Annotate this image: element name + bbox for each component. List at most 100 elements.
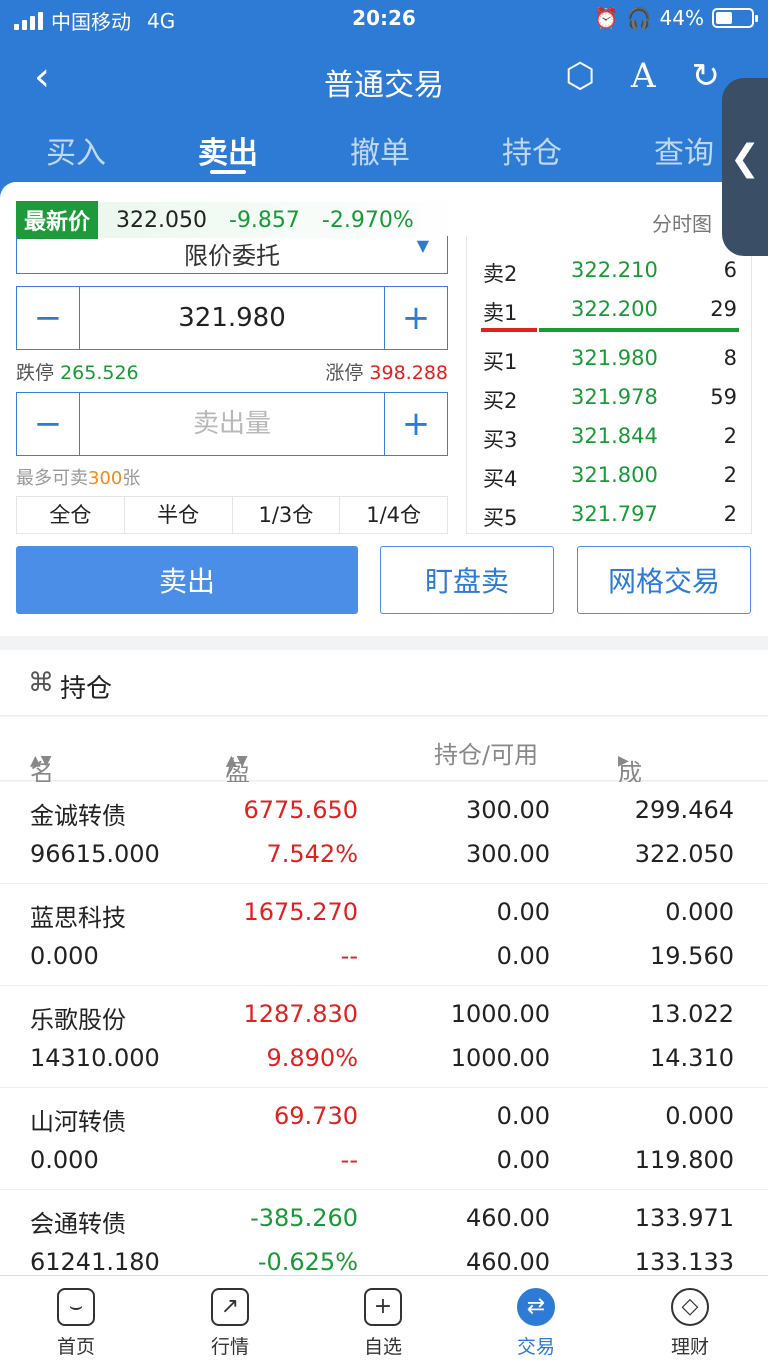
ratio-half-button[interactable]: 半仓	[125, 497, 233, 533]
position-cost: 133.971	[634, 1204, 734, 1232]
nav-home[interactable]: ⌣ 首页	[16, 1288, 136, 1359]
status-bar: 中国移动 4G 20:26 ⏰ 🎧 44%	[0, 0, 768, 40]
refresh-icon[interactable]: ↻	[692, 56, 721, 96]
table-row[interactable]: 会通转债 61241.180 -385.260 -0.625% 460.00 4…	[0, 1190, 768, 1276]
position-current-price: 14.310	[650, 1044, 734, 1072]
book-volume: 2	[723, 463, 737, 487]
book-volume: 29	[710, 297, 737, 321]
book-label: 买4	[483, 467, 518, 491]
position-pnl: 1287.830	[243, 1000, 358, 1028]
book-price: 321.800	[571, 463, 658, 487]
intraday-chart-link[interactable]: 分时图	[652, 208, 712, 237]
ratio-quarter-button[interactable]: 1/4仓	[340, 497, 447, 533]
table-row[interactable]: 乐歌股份 14310.000 1287.830 9.890% 1000.00 1…	[0, 986, 768, 1088]
position-available: 300.00	[466, 840, 550, 868]
max-sell-prefix: 最多可卖	[16, 468, 88, 489]
position-cost: 299.464	[634, 796, 734, 824]
table-row[interactable]: 蓝思科技 0.000 1675.270 -- 0.00 0.00 0.000 1…	[0, 884, 768, 986]
position-current-price: 133.133	[634, 1248, 734, 1276]
position-market-value: 61241.180	[30, 1248, 160, 1276]
max-sell-number: 300	[88, 468, 123, 489]
position-hold: 0.00	[496, 898, 550, 926]
position-name: 会通转债	[30, 1210, 126, 1238]
nav-watchlist[interactable]: + 自选	[323, 1288, 443, 1359]
tab-sell[interactable]: 卖出	[168, 128, 288, 174]
order-book-row[interactable]: 买5 321.797 2	[467, 502, 753, 532]
grid-trade-button[interactable]: 网格交易	[577, 546, 751, 614]
order-book-row[interactable]: 买4 321.800 2	[467, 463, 753, 493]
order-type-value: 限价委托	[184, 242, 280, 270]
alarm-icon: ⏰	[593, 6, 619, 30]
order-book-row[interactable]: 买1 321.980 8	[467, 346, 753, 376]
position-available: 0.00	[496, 942, 550, 970]
ratio-third-button[interactable]: 1/3仓	[233, 497, 341, 533]
order-panel: 最新价 322.050 -9.857 -2.970% 分时图 限价委托 ▼ − …	[0, 182, 768, 636]
position-pnl: 69.730	[274, 1102, 358, 1130]
qty-plus-button[interactable]: +	[385, 393, 447, 455]
price-plus-button[interactable]: +	[385, 287, 447, 349]
tab-positions[interactable]: 持仓	[472, 128, 592, 172]
book-volume: 59	[710, 385, 737, 409]
nav-market[interactable]: ↗ 行情	[170, 1288, 290, 1359]
position-name: 蓝思科技	[30, 904, 126, 932]
price-input[interactable]	[80, 303, 384, 333]
col-hold-avail[interactable]: 持仓/可用	[434, 735, 538, 770]
price-change: -9.857	[229, 207, 300, 233]
nav-wealth[interactable]: ◇ 理财	[630, 1288, 750, 1359]
latest-price: 322.050	[116, 207, 207, 233]
side-drawer-handle[interactable]: ❮	[722, 78, 768, 256]
positions-column-header: 名称/市值 ▲▼ 盈亏▲▼/比例▲▼ 持仓/可用 成本/现价 ▶	[0, 717, 768, 892]
book-label: 买2	[483, 389, 518, 413]
bottom-nav: ⌣ 首页 ↗ 行情 + 自选 ⇄ 交易 ◇ 理财	[0, 1275, 768, 1367]
headphones-icon: 🎧	[626, 6, 652, 30]
order-type-select[interactable]: 限价委托 ▼	[16, 236, 448, 274]
table-row[interactable]: 山河转债 0.000 69.730 -- 0.00 0.00 0.000 119…	[0, 1088, 768, 1190]
position-hold: 460.00	[466, 1204, 550, 1232]
qty-minus-button[interactable]: −	[17, 393, 79, 455]
ratio-full-button[interactable]: 全仓	[17, 497, 125, 533]
watch-sell-button[interactable]: 盯盘卖	[380, 546, 554, 614]
book-price: 321.980	[571, 346, 658, 370]
position-ratio: 7.542%	[266, 840, 358, 868]
position-available: 0.00	[496, 1146, 550, 1174]
position-hold: 0.00	[496, 1102, 550, 1130]
dropdown-arrow-icon: ▼	[416, 236, 429, 255]
book-volume: 8	[723, 346, 737, 370]
nav-trade[interactable]: ⇄ 交易	[476, 1288, 596, 1359]
title-bar: ‹ 普通交易 ⬡ A ↻	[0, 48, 768, 112]
hexagon-settings-icon[interactable]: ⬡	[565, 56, 595, 96]
book-label: 买1	[483, 350, 518, 374]
book-price: 322.210	[571, 258, 658, 282]
position-pnl: -385.260	[250, 1204, 358, 1232]
position-pnl: 6775.650	[243, 796, 358, 824]
book-label: 买3	[483, 428, 518, 452]
position-available: 1000.00	[450, 1044, 550, 1072]
sort-icon: ▲▼	[226, 753, 248, 769]
sell-strength-bar	[481, 328, 537, 332]
buy-strength-bar	[539, 328, 739, 332]
table-row[interactable]: 金诚转债 96615.000 6775.650 7.542% 300.00 30…	[0, 782, 768, 884]
chevron-left-icon: ❮	[729, 138, 761, 179]
price-stepper: − +	[16, 286, 448, 350]
order-book-row[interactable]: 卖1 322.200 29	[467, 297, 753, 327]
limit-down-value[interactable]: 265.526	[60, 362, 139, 384]
wealth-icon: ◇	[671, 1288, 709, 1326]
order-book-row[interactable]: 买2 321.978 59	[467, 385, 753, 415]
nav-label: 理财	[670, 1336, 709, 1358]
position-name: 乐歌股份	[30, 1006, 126, 1034]
limit-up-value[interactable]: 398.288	[369, 362, 448, 384]
sort-icon: ▲▼	[30, 753, 52, 769]
order-book-row[interactable]: 卖2 322.210 6	[467, 258, 753, 288]
price-minus-button[interactable]: −	[17, 287, 79, 349]
price-change-pct: -2.970%	[321, 207, 414, 233]
sell-button[interactable]: 卖出	[16, 546, 358, 614]
position-ratio: -0.625%	[257, 1248, 358, 1276]
order-book: 卖2 322.210 6 卖1 322.200 29 买1 321.980 8 …	[466, 236, 752, 534]
tab-buy[interactable]: 买入	[16, 128, 136, 172]
order-book-row[interactable]: 买3 321.844 2	[467, 424, 753, 454]
font-size-icon[interactable]: A	[631, 56, 656, 96]
tab-cancel[interactable]: 撤单	[320, 128, 440, 172]
position-pnl: 1675.270	[243, 898, 358, 926]
quantity-input[interactable]	[80, 409, 384, 439]
book-price: 321.978	[571, 385, 658, 409]
